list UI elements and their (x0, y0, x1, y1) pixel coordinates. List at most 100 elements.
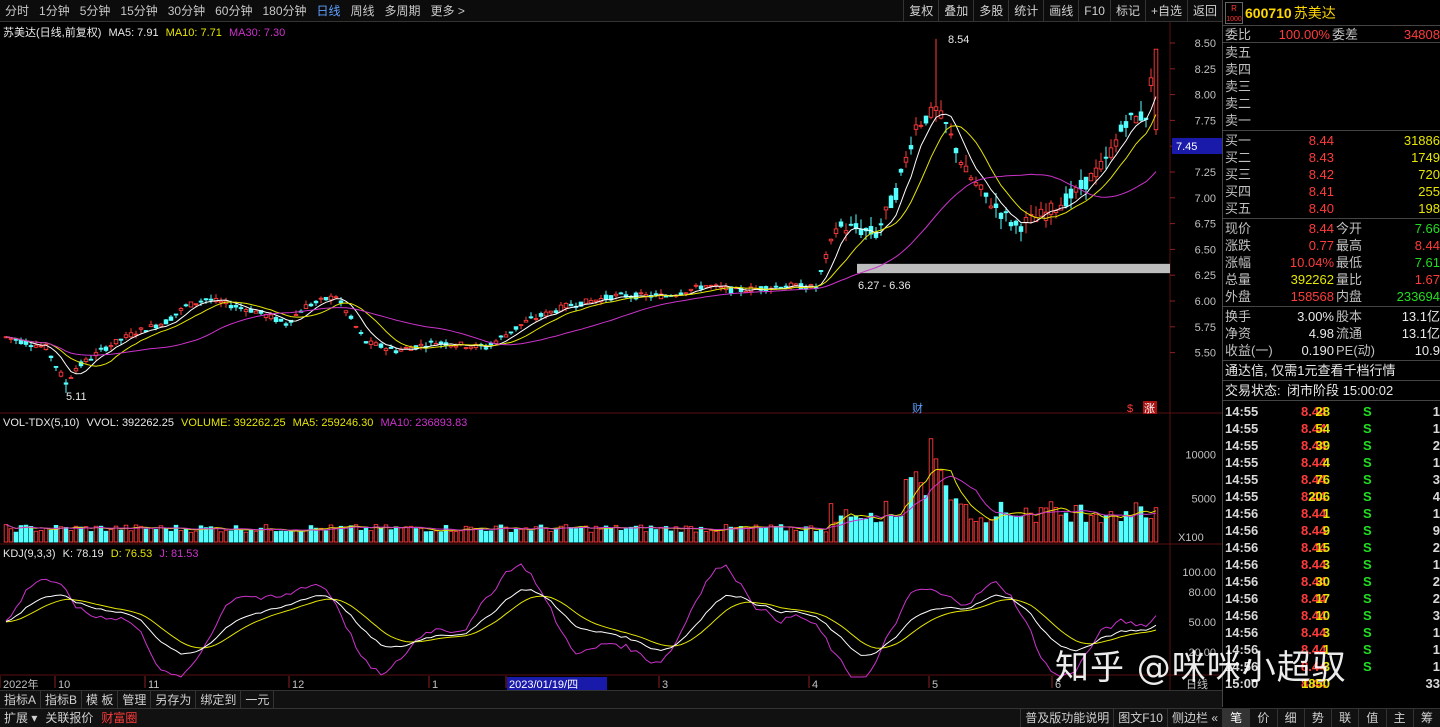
volume-bar (88, 531, 94, 543)
buy-row: 买三 8.42 720 (1225, 167, 1440, 182)
finance-marker[interactable]: 财 (912, 401, 923, 415)
volume-bar (458, 530, 464, 543)
kdj-title: KDJ(9,3,3) (3, 548, 56, 560)
volume-bar (923, 495, 929, 543)
volume-bar (488, 530, 494, 543)
period-tab-6[interactable]: 180分钟 (257, 0, 311, 22)
sidebar-toggle-button[interactable]: 侧边栏 « (1166, 708, 1222, 727)
period-tab-7[interactable]: 日线 (312, 0, 346, 22)
volume-bar (1058, 514, 1064, 543)
volume-bar (108, 528, 114, 543)
tool-button-1[interactable]: 叠加 (938, 0, 973, 22)
candle (48, 355, 54, 362)
quote-tab-2[interactable]: 细 (1276, 709, 1304, 727)
candle (308, 302, 314, 307)
candle (918, 121, 924, 129)
candle (853, 214, 859, 234)
indicator-button-2[interactable]: 模 板 (82, 690, 119, 709)
wealth-circle-button[interactable]: 财富圈 (97, 709, 141, 727)
dollar-marker[interactable]: $ (1127, 403, 1133, 415)
period-tab-8[interactable]: 周线 (346, 0, 380, 22)
promo-row[interactable]: 通达信, 仅需1元查看千档行情 (1223, 361, 1440, 381)
candle (148, 320, 154, 328)
candle (978, 183, 984, 197)
volume-bar (893, 516, 899, 543)
candle (953, 147, 959, 163)
volume-bar (1083, 521, 1089, 543)
candle (818, 270, 824, 275)
period-tab-2[interactable]: 5分钟 (75, 0, 116, 22)
period-tab-10[interactable]: 更多 > (426, 0, 470, 22)
fundamental-row: 换手 3.00% 股本 13.1亿 (1225, 309, 1440, 324)
quote-tab-6[interactable]: 主 (1385, 709, 1413, 727)
candle (128, 328, 134, 339)
high-annotation: 8.54 (948, 34, 969, 46)
volume-bar (118, 529, 124, 543)
volume-bar (263, 524, 269, 543)
period-tab-4[interactable]: 30分钟 (163, 0, 210, 22)
candle (1013, 219, 1019, 234)
period-tab-9[interactable]: 多周期 (380, 0, 426, 22)
volume-bar (988, 519, 994, 543)
candle (293, 310, 299, 317)
buy-row: 买一 8.44 31886 (1225, 133, 1440, 148)
volume-bar (553, 528, 559, 543)
quote-tab-4[interactable]: 联 (1331, 709, 1358, 727)
volume-bar (483, 530, 489, 543)
volume-bar (38, 530, 44, 543)
volume-bar (733, 527, 739, 543)
expand-button[interactable]: 扩展 ▾ (0, 709, 41, 727)
tool-button-5[interactable]: F10 (1078, 0, 1110, 22)
indicator-button-3[interactable]: 管理 (118, 690, 152, 709)
tool-button-7[interactable]: +自选 (1144, 0, 1187, 22)
indicator-button-6[interactable]: 一元 (241, 690, 275, 709)
indicator-button-5[interactable]: 绑定到 (196, 690, 242, 709)
tool-button-8[interactable]: 返回 (1186, 0, 1222, 22)
quote-tab-5[interactable]: 值 (1358, 709, 1385, 727)
volume-bar (998, 501, 1004, 543)
kdj-tick-label: 50.00 (1188, 617, 1216, 629)
f10-button[interactable]: 图文F10 (1113, 708, 1167, 727)
volume-bar (723, 524, 729, 543)
tool-button-0[interactable]: 复权 (903, 0, 938, 22)
candle (923, 115, 929, 126)
candle (208, 294, 214, 304)
indicator-button-4[interactable]: 另存为 (151, 690, 197, 709)
fundamental-row: 净资 4.98 流通 13.1亿 (1225, 326, 1440, 341)
kline-chart-area[interactable]: 8.508.258.007.757.507.257.006.756.506.25… (0, 22, 1222, 712)
candle (93, 348, 99, 361)
volume-bar (563, 524, 569, 543)
candle (833, 222, 839, 238)
quote-tab-1[interactable]: 价 (1249, 709, 1276, 727)
volume-bar (768, 524, 774, 543)
period-tab-0[interactable]: 分时 (0, 0, 34, 22)
volume-bar (268, 529, 274, 543)
candle (1098, 152, 1104, 173)
stat-row: 涨跌 0.77 最高 8.44 (1225, 238, 1440, 253)
candle (313, 300, 319, 306)
quote-tab-3[interactable]: 势 (1303, 709, 1331, 727)
volume-bar (183, 528, 189, 543)
volume-bar (963, 504, 969, 543)
quote-tab-7[interactable]: 筹 (1412, 709, 1440, 727)
volume-bar (903, 479, 909, 543)
indicator-button-1[interactable]: 指标B (41, 690, 83, 709)
related-quote-button[interactable]: 关联报价 (41, 709, 97, 727)
fundamentals: 换手 3.00% 股本 13.1亿 净资 4.98 流通 13.1亿 收益(一) 0.190 PE(… (1223, 307, 1440, 361)
volume-bar (1113, 515, 1119, 543)
volume-bar (983, 522, 989, 543)
volume-tick-label: 10000 (1185, 450, 1216, 462)
period-tab-3[interactable]: 15分钟 (115, 0, 162, 22)
indicator-button-0[interactable]: 指标A (0, 690, 42, 709)
tool-button-6[interactable]: 标记 (1109, 0, 1145, 22)
volume-bar (153, 529, 159, 543)
tool-button-2[interactable]: 多股 (973, 0, 1008, 22)
edition-info-button[interactable]: 普及版功能说明 (1020, 708, 1113, 727)
volume-bar (398, 527, 404, 543)
kdj-tick-label: 100.00 (1182, 567, 1216, 579)
tool-button-4[interactable]: 画线 (1043, 0, 1078, 22)
period-tab-1[interactable]: 1分钟 (34, 0, 75, 22)
tool-button-3[interactable]: 统计 (1008, 0, 1043, 22)
quote-tab-0[interactable]: 笔 (1222, 709, 1250, 727)
period-tab-5[interactable]: 60分钟 (210, 0, 257, 22)
